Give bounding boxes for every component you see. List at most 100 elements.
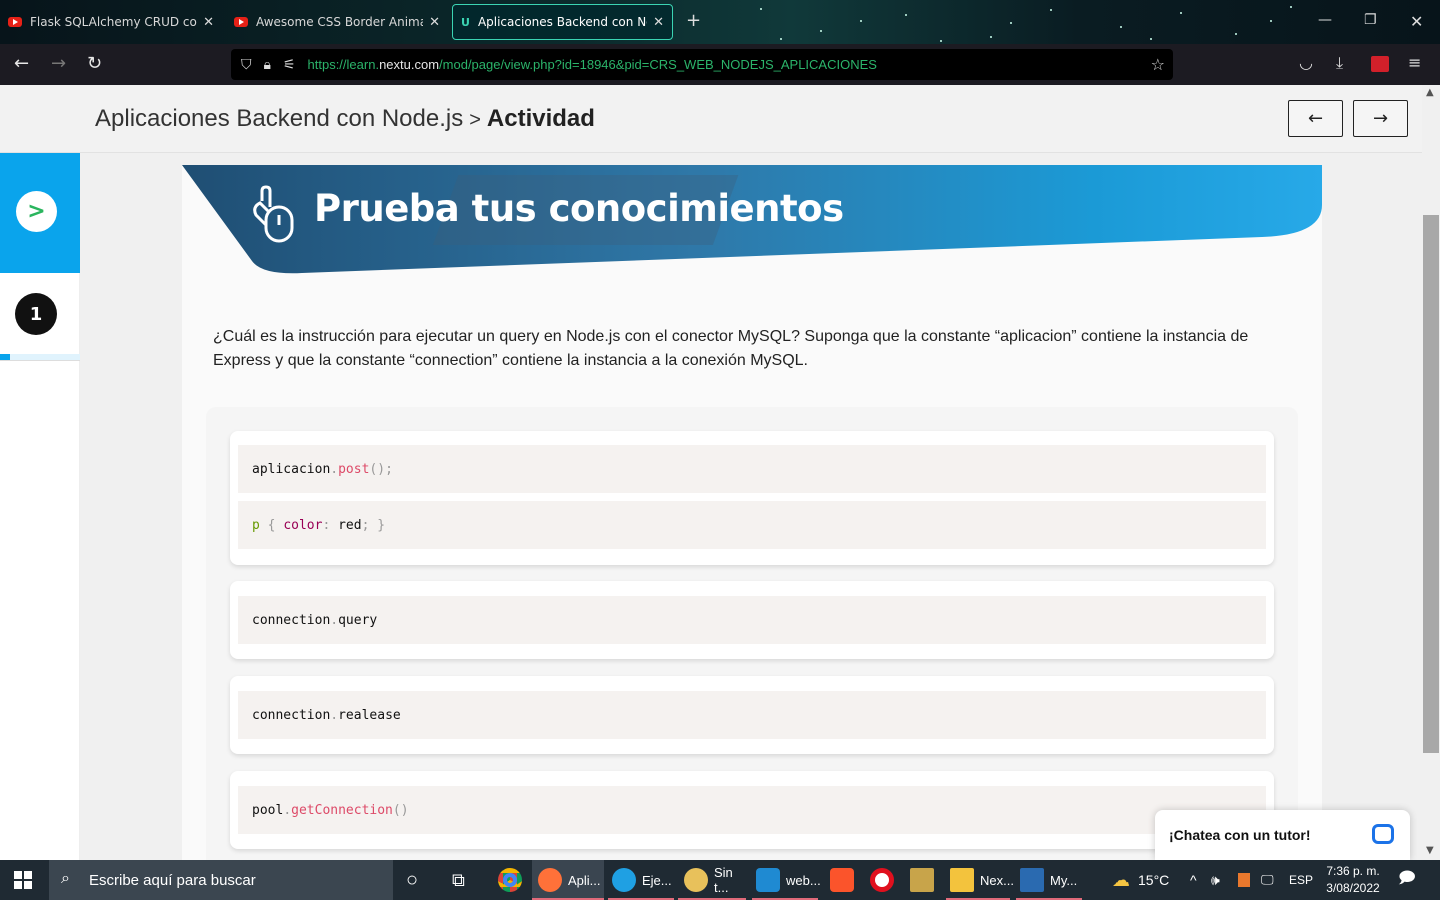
paint-icon [684, 868, 708, 892]
option-code-line: aplicacion. post (); [238, 445, 1266, 493]
code-token: . [330, 612, 339, 628]
downloads-icon[interactable]: ⤓ [1336, 53, 1343, 73]
pocket-icon[interactable]: ◡ [1299, 53, 1313, 72]
taskbar-app-paint[interactable]: Sin t... [678, 860, 746, 900]
brave-icon[interactable] [830, 860, 860, 900]
answer-option-4[interactable]: pool. getConnection() [230, 771, 1274, 849]
menu-icon[interactable]: ≡ [1408, 53, 1421, 72]
star-decoration [760, 8, 762, 10]
edge-icon [612, 868, 636, 892]
cortana-icon[interactable]: ○ [406, 860, 418, 900]
weather-widget[interactable]: ☁ 15°C [1112, 860, 1169, 900]
permissions-icon[interactable]: ⚟ [283, 57, 296, 73]
code-token: p [252, 517, 260, 533]
extension-icon[interactable] [1371, 56, 1389, 72]
notifications-icon[interactable]: 🗩︎ [1398, 860, 1416, 900]
tab-title: Flask SQLAlchemy CRUD con M [30, 15, 197, 29]
new-tab-button[interactable]: + [686, 10, 701, 31]
battery-icon[interactable] [1238, 860, 1250, 900]
close-window-icon[interactable]: ✕ [1410, 12, 1423, 31]
close-tab-icon[interactable]: ✕ [429, 15, 440, 30]
chevron-right-icon: > [27, 199, 46, 224]
league-icon[interactable] [910, 860, 940, 900]
chat-bubble-icon[interactable] [1372, 824, 1394, 844]
step-number-badge[interactable]: 1 [15, 293, 57, 335]
code-token: { [259, 517, 284, 533]
scroll-up-icon[interactable]: ▲ [1426, 87, 1434, 98]
chat-widget[interactable]: ¡Chatea con un tutor! [1155, 810, 1410, 860]
breadcrumb-course[interactable]: Aplicaciones Backend con Node.js [95, 105, 463, 132]
scroll-down-icon[interactable]: ▼ [1426, 845, 1434, 856]
address-bar[interactable]: ⛉ 🔒︎ ⚟ https://learn.nextu.com/mod/page/… [231, 49, 1173, 80]
reload-icon[interactable]: ↻ [87, 53, 102, 75]
star-decoration [1010, 22, 1012, 24]
page-scrollbar[interactable]: ▲ ▼ [1422, 85, 1440, 860]
breadcrumb: Aplicaciones Backend con Node.js > Activid… [95, 105, 595, 133]
code-token: pool [252, 802, 284, 818]
language-indicator[interactable]: ESP [1289, 860, 1313, 900]
shield-icon[interactable]: ⛉ [241, 57, 252, 73]
browser-nav-bar: ← → ↻ ⛉ 🔒︎ ⚟ https://learn.nextu.com/mod… [0, 44, 1440, 85]
restore-icon[interactable]: ❐ [1364, 12, 1377, 28]
main-content: Prueba tus conocimientos ¿Cuál es la ins… [80, 153, 1422, 860]
code-token: (); [369, 461, 393, 477]
code-token: () [392, 802, 409, 818]
close-tab-icon[interactable]: ✕ [203, 15, 214, 30]
star-decoration [780, 38, 782, 40]
answer-option-1[interactable]: aplicacion. post (); p { color: red; } [230, 431, 1274, 565]
taskbar-app-firefox[interactable]: Apli... [532, 860, 604, 900]
tab-css-border[interactable]: Awesome CSS Border Animatio ✕ [226, 4, 448, 40]
options-container: aplicacion. post (); p { color: red; } con… [206, 407, 1298, 860]
page-header: Aplicaciones Backend con Node.js > Activid… [0, 85, 1440, 153]
taskbar-app-folder[interactable]: Nex... [946, 860, 1014, 900]
answer-option-2[interactable]: connection. query [230, 581, 1274, 659]
star-decoration [1050, 9, 1052, 11]
star-decoration [940, 40, 942, 42]
tab-aplicaciones-backend[interactable]: U Aplicaciones Backend con Nod ✕ [452, 4, 673, 40]
code-token: query [338, 612, 378, 628]
taskbar-app-edge[interactable]: Eje... [608, 860, 674, 900]
firefox-icon [538, 868, 562, 892]
task-view-icon[interactable]: ⧉ [452, 860, 465, 900]
taskbar-app-mysql[interactable]: My... [1016, 860, 1082, 900]
option-code-line: p { color: red; } [238, 501, 1266, 549]
prev-page-button[interactable]: ← [1288, 100, 1343, 137]
breadcrumb-current: Actividad [486, 105, 595, 132]
star-decoration [860, 20, 862, 22]
code-token: connection [252, 707, 331, 723]
cloud-sun-icon: ☁ [1112, 869, 1130, 890]
url-text[interactable]: https://learn.nextu.com/mod/page/view.ph… [308, 57, 877, 72]
expand-sidebar-button[interactable]: > [16, 191, 57, 232]
network-icon[interactable]: 🖵︎ [1261, 860, 1274, 900]
back-icon[interactable]: ← [14, 53, 29, 75]
youtube-icon [8, 17, 22, 27]
progress-fill [0, 354, 10, 360]
taskbar-app-vscode[interactable]: web... [752, 860, 821, 900]
show-hidden-icons[interactable]: ^ [1190, 860, 1197, 900]
chat-label: ¡Chatea con un tutor! [1169, 827, 1311, 843]
scrollbar-thumb[interactable] [1423, 215, 1439, 753]
volume-icon[interactable]: 🕪︎ [1211, 860, 1220, 900]
chrome-icon[interactable] [498, 860, 528, 900]
next-page-button[interactable]: → [1353, 100, 1408, 137]
lock-icon[interactable]: 🔒︎ [264, 57, 271, 73]
forward-icon[interactable]: → [51, 53, 66, 75]
star-decoration [1150, 38, 1152, 40]
code-token: connection [252, 612, 331, 628]
opera-icon[interactable] [870, 860, 900, 900]
windows-start-icon[interactable] [14, 871, 32, 889]
tab-title: Awesome CSS Border Animatio [256, 15, 423, 29]
star-decoration [1290, 6, 1292, 8]
code-token: : [322, 517, 331, 533]
star-decoration [905, 14, 907, 16]
minimize-icon[interactable]: — [1318, 12, 1332, 28]
tab-flask[interactable]: Flask SQLAlchemy CRUD con M ✕ [0, 4, 222, 40]
taskbar-search[interactable]: ⌕ Escribe aquí para buscar [49, 860, 393, 900]
system-clock[interactable]: 7:36 p. m. 3/08/2022 [1318, 863, 1388, 897]
youtube-icon [234, 17, 248, 27]
close-tab-icon[interactable]: ✕ [653, 15, 664, 30]
option-code-line: pool. getConnection() [238, 786, 1266, 834]
bookmark-star-icon[interactable]: ☆ [1151, 55, 1165, 74]
quiz-banner: Prueba tus conocimientos [182, 165, 1322, 277]
answer-option-3[interactable]: connection. realease [230, 676, 1274, 754]
